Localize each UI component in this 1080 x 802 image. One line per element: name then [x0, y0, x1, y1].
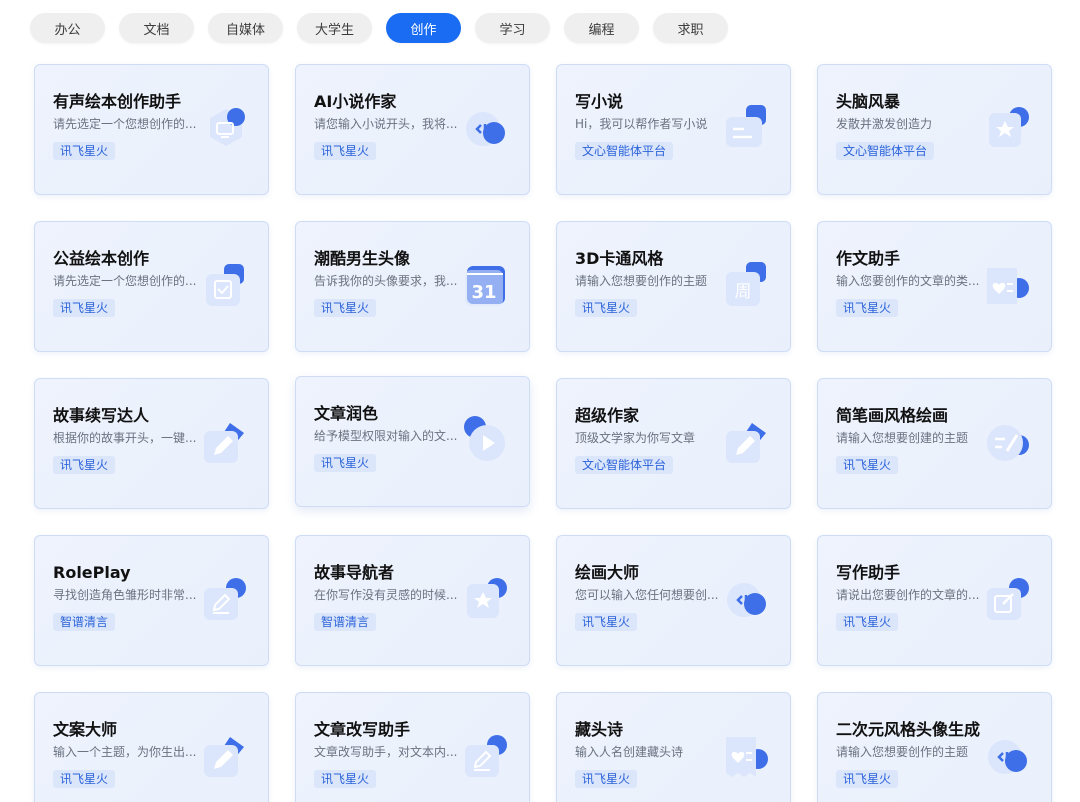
- edit-box-icon: [983, 574, 1031, 626]
- platform-badge: 讯飞星火: [53, 770, 116, 788]
- agent-card-description: 输入人名创建藏头诗: [575, 745, 684, 759]
- agent-card-description: 顶级文学家为你写文章: [575, 431, 696, 445]
- agent-card-grid: 有声绘本创作助手 请先选定一个您想创作的... 讯飞星火 AI小说作家 请您输入小说开头…: [34, 64, 1052, 802]
- platform-badge: 智谱清言: [53, 613, 116, 631]
- star-document-icon: [983, 103, 1031, 155]
- agent-card[interactable]: 故事导航者 在你写作没有灵感的时候... 智谱清言: [295, 535, 530, 666]
- agent-card[interactable]: 简笔画风格绘画 请输入您想要创建的主题 讯飞星火: [817, 378, 1052, 509]
- tab-6[interactable]: 编程: [564, 13, 639, 43]
- agent-card[interactable]: 写小说 Hi，我可以帮作者写小说 文心智能体平台: [556, 64, 791, 195]
- agent-card-description: 告诉我你的头像要求，我...: [314, 274, 458, 288]
- platform-badge: 讯飞星火: [53, 142, 116, 160]
- platform-badge: 讯飞星火: [836, 613, 899, 631]
- platform-badge: 讯飞星火: [314, 142, 377, 160]
- agent-card[interactable]: 文案大师 输入一个主题，为你生出... 讯飞星火: [34, 692, 269, 802]
- svg-text:周: 周: [735, 282, 752, 302]
- agent-card-description: 文章改写助手，对文本内...: [314, 745, 458, 759]
- heart-list-icon: [983, 260, 1031, 312]
- agent-card-description: 请输入您想要创建的主题: [836, 431, 969, 445]
- platform-badge: 讯飞星火: [836, 456, 899, 474]
- category-tabs: 办公 文档 自媒体 大学生 创作 学习 编程 求职: [30, 13, 742, 43]
- agent-card[interactable]: 3D卡通风格 请输入您想要创作的主题 讯飞星火周: [556, 221, 791, 352]
- agent-card-description: 输入您要创作的文章的类...: [836, 274, 980, 288]
- agent-card-description: 请先选定一个您想创作的...: [53, 274, 197, 288]
- platform-badge: 讯飞星火: [53, 299, 116, 317]
- agent-card-description: 请说出您要创作的文章的...: [836, 588, 980, 602]
- agent-card-description: Hi，我可以帮作者写小说: [575, 117, 708, 131]
- agent-card[interactable]: 作文助手 输入您要创作的文章的类... 讯飞星火: [817, 221, 1052, 352]
- tab-2[interactable]: 自媒体: [208, 13, 283, 43]
- platform-badge: 讯飞星火: [836, 299, 899, 317]
- platform-badge: 讯飞星火: [575, 770, 638, 788]
- agent-card[interactable]: 公益绘本创作 请先选定一个您想创作的... 讯飞星火: [34, 221, 269, 352]
- message-lines-icon: [722, 103, 770, 155]
- code-bubble-icon: [722, 574, 770, 626]
- platform-badge: 文心智能体平台: [575, 142, 674, 160]
- week-calendar-icon: 周: [722, 260, 770, 312]
- agent-card-description: 给予模型权限对输入的文...: [314, 429, 458, 443]
- agent-card[interactable]: 头脑风暴 发散并激发创造力 文心智能体平台: [817, 64, 1052, 195]
- platform-badge: 讯飞星火: [314, 454, 377, 472]
- pencil-icon: [200, 417, 248, 469]
- agent-card-description: 输入一个主题，为你生出...: [53, 745, 197, 759]
- play-circle-icon: [461, 415, 509, 467]
- agent-card-description: 请输入您想要创作的主题: [836, 745, 969, 759]
- platform-badge: 讯飞星火: [314, 299, 377, 317]
- agent-card-description: 请您输入小说开头，我将...: [314, 117, 458, 131]
- tab-5[interactable]: 学习: [475, 13, 550, 43]
- agent-card[interactable]: 故事续写达人 根据你的故事开头，一键... 讯飞星火: [34, 378, 269, 509]
- monitor-icon: [200, 103, 248, 155]
- agent-card[interactable]: AI小说作家 请您输入小说开头，我将... 讯飞星火: [295, 64, 530, 195]
- code-bubble-icon: [461, 103, 509, 155]
- pencil-icon: [200, 731, 248, 783]
- tab-4[interactable]: 创作: [386, 13, 461, 43]
- agent-card[interactable]: 潮酷男生头像 告诉我你的头像要求，我... 讯飞星火 31: [295, 221, 530, 352]
- platform-badge: 智谱清言: [314, 613, 377, 631]
- tab-0[interactable]: 办公: [30, 13, 105, 43]
- agent-card-description: 请输入您想要创作的主题: [575, 274, 708, 288]
- agent-card[interactable]: 有声绘本创作助手 请先选定一个您想创作的... 讯飞星火: [34, 64, 269, 195]
- edit-square-icon: [461, 731, 509, 783]
- agent-card-description: 发散并激发创造力: [836, 117, 933, 131]
- platform-badge: 文心智能体平台: [575, 456, 674, 474]
- edit-square-icon: [200, 574, 248, 626]
- clipboard-check-icon: [200, 260, 248, 312]
- tab-3[interactable]: 大学生: [297, 13, 372, 43]
- agent-card[interactable]: RolePlay 寻找创造角色雏形时非常... 智谱清言: [34, 535, 269, 666]
- star-document-icon: [461, 574, 509, 626]
- heart-ticket-icon: [722, 731, 770, 783]
- agent-card[interactable]: 文章改写助手 文章改写助手，对文本内... 讯飞星火: [295, 692, 530, 802]
- edit-lines-icon: [983, 417, 1031, 469]
- tab-7[interactable]: 求职: [653, 13, 728, 43]
- agent-card-description: 请先选定一个您想创作的...: [53, 117, 197, 131]
- agent-card[interactable]: 藏头诗 输入人名创建藏头诗 讯飞星火: [556, 692, 791, 802]
- platform-badge: 讯飞星火: [575, 299, 638, 317]
- agent-card[interactable]: 超级作家 顶级文学家为你写文章 文心智能体平台: [556, 378, 791, 509]
- agent-card-description: 在你写作没有灵感的时候...: [314, 588, 458, 602]
- tab-1[interactable]: 文档: [119, 13, 194, 43]
- platform-badge: 讯飞星火: [836, 770, 899, 788]
- pencil-icon: [722, 417, 770, 469]
- agent-card[interactable]: 二次元风格头像生成 请输入您想要创作的主题 讯飞星火: [817, 692, 1052, 802]
- calendar-31-icon: 31: [461, 260, 509, 312]
- platform-badge: 讯飞星火: [53, 456, 116, 474]
- code-bubble-icon: [983, 731, 1031, 783]
- agent-card-description: 您可以输入您任何想要创...: [575, 588, 719, 602]
- svg-text:31: 31: [471, 282, 496, 303]
- agent-card-description: 寻找创造角色雏形时非常...: [53, 588, 197, 602]
- platform-badge: 文心智能体平台: [836, 142, 935, 160]
- agent-card[interactable]: 文章润色 给予模型权限对输入的文... 讯飞星火: [295, 376, 530, 507]
- platform-badge: 讯飞星火: [314, 770, 377, 788]
- platform-badge: 讯飞星火: [575, 613, 638, 631]
- agent-card[interactable]: 写作助手 请说出您要创作的文章的... 讯飞星火: [817, 535, 1052, 666]
- agent-card[interactable]: 绘画大师 您可以输入您任何想要创... 讯飞星火: [556, 535, 791, 666]
- agent-card-description: 根据你的故事开头，一键...: [53, 431, 197, 445]
